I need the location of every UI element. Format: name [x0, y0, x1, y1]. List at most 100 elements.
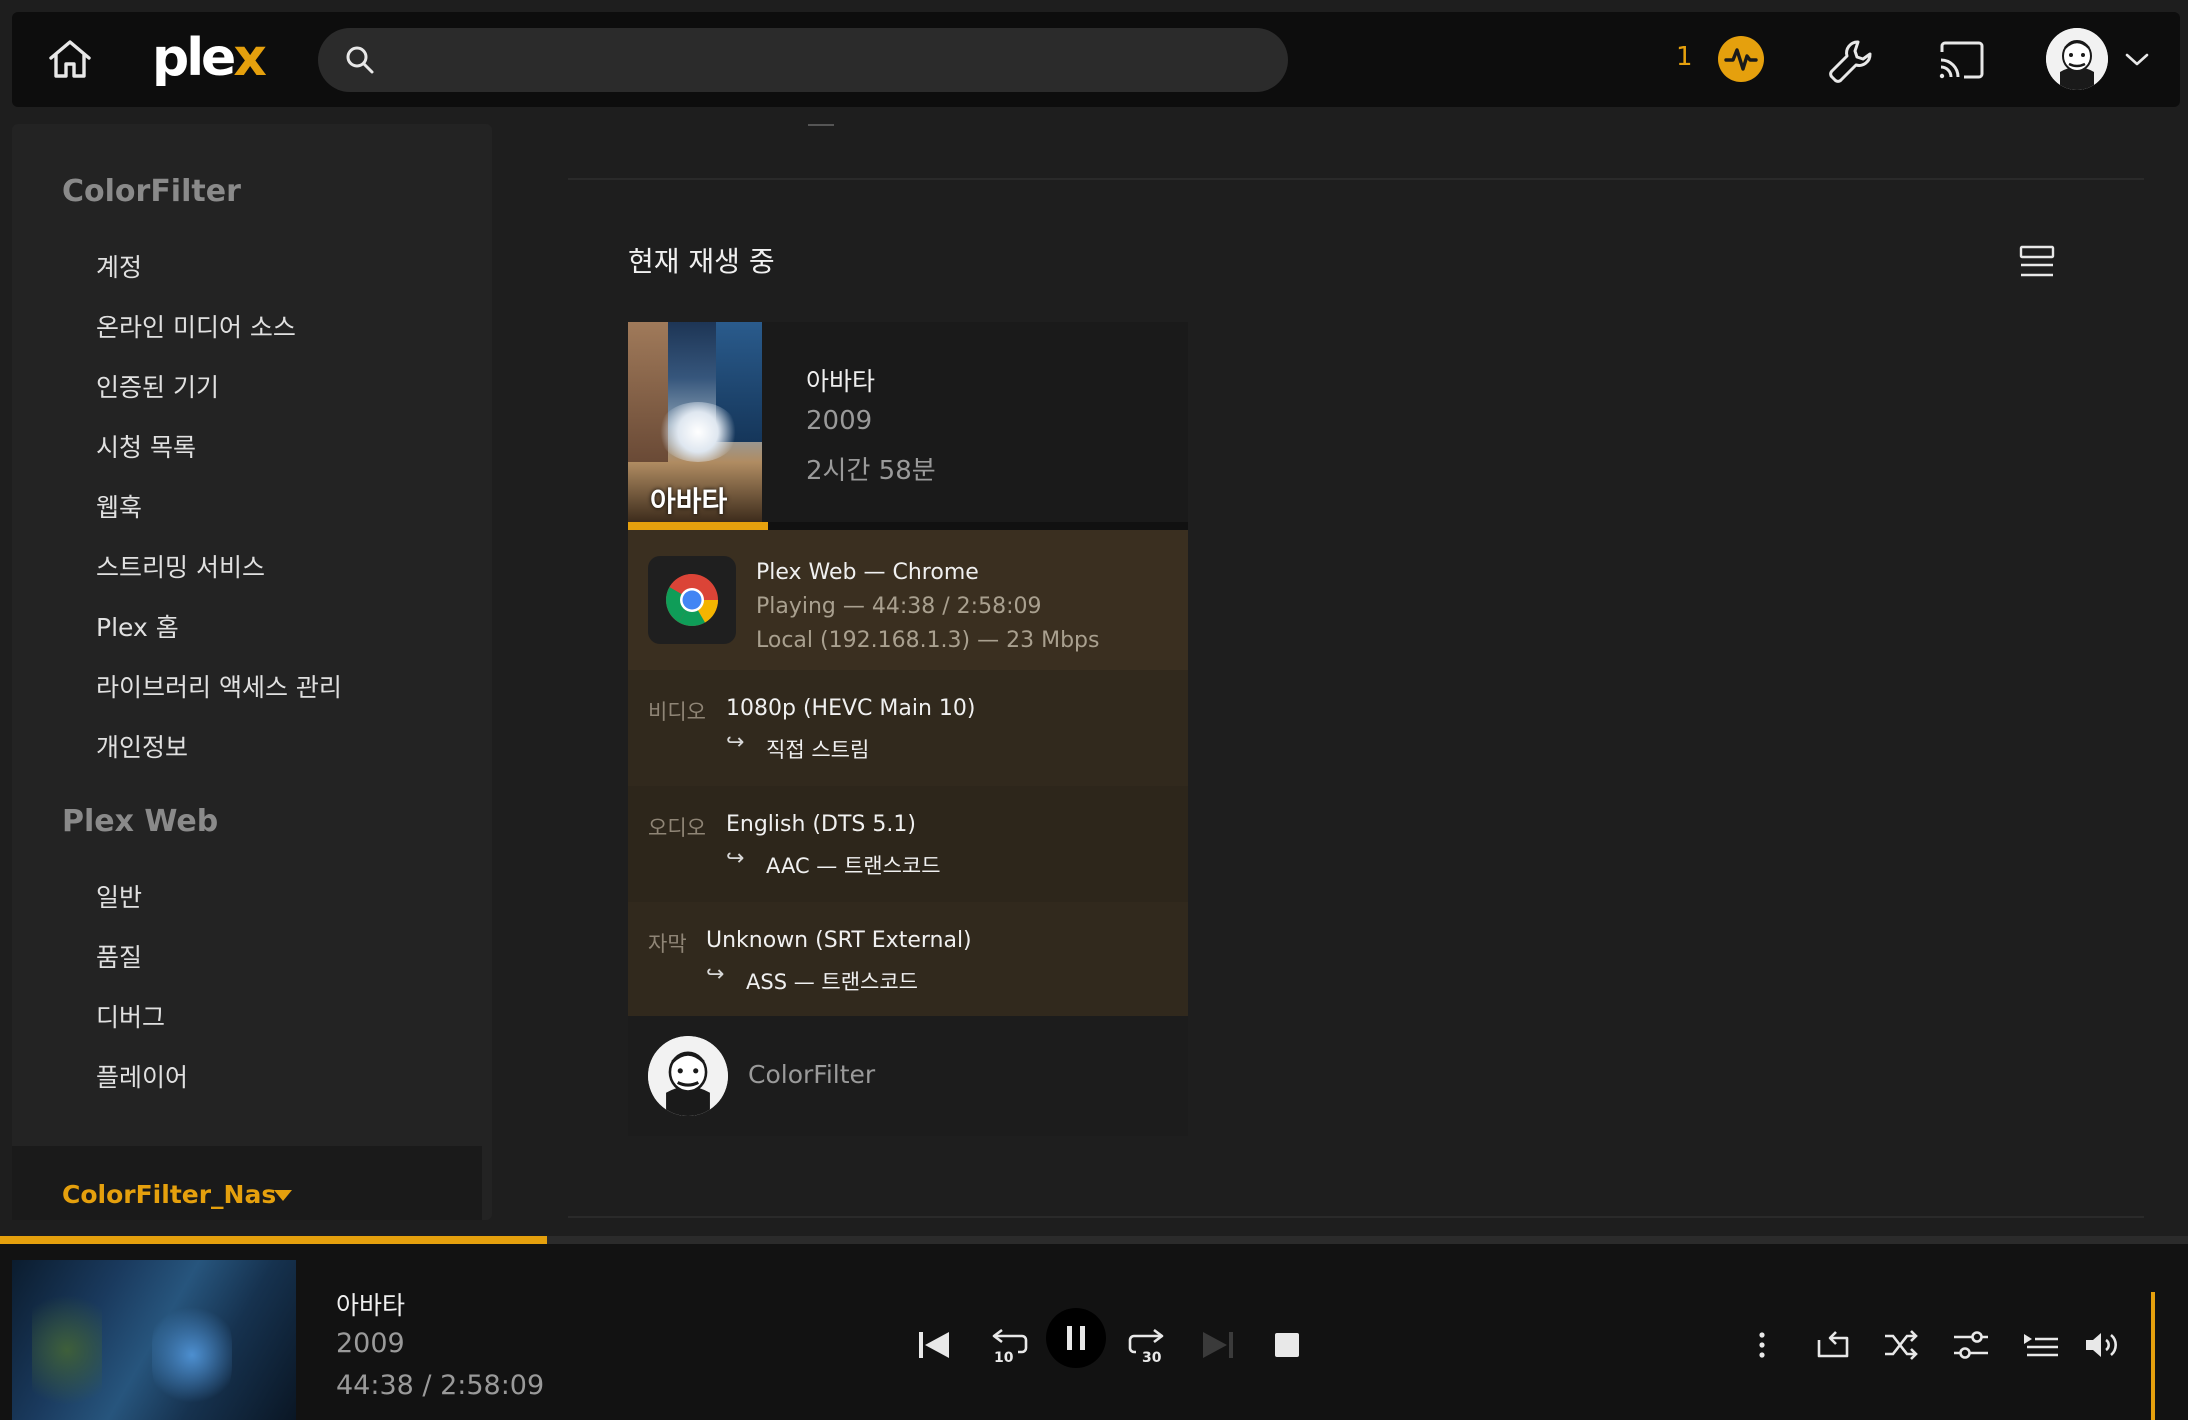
player-bar: 아바타 2009 44:38 / 2:58:09 10 30 [0, 1236, 2188, 1420]
stream-label: 자막 [648, 932, 687, 956]
stream-label: 오디오 [648, 816, 706, 840]
server-name: ColorFilter_Nas [62, 1180, 277, 1209]
movie-year: 2009 [806, 406, 873, 436]
shuffle-button[interactable] [1876, 1320, 1926, 1370]
stop-button[interactable] [1264, 1322, 1310, 1368]
divider [808, 124, 834, 126]
list-view-icon [2019, 245, 2055, 277]
account-menu-toggle[interactable] [2124, 48, 2150, 70]
activity-pulse-icon [1724, 48, 1758, 71]
volume-button[interactable] [2078, 1320, 2128, 1370]
player-year: 2009 [336, 1328, 405, 1359]
player-title[interactable]: 아바타 [336, 1286, 405, 1322]
sidebar-item-general[interactable]: 일반 [96, 878, 142, 914]
sidebar-section-account: ColorFilter [62, 174, 241, 209]
chevron-down-icon [2125, 53, 2149, 66]
thumbnail-art [152, 1300, 232, 1410]
movie-title[interactable]: 아바타 [806, 362, 875, 398]
wrench-icon [1829, 40, 1872, 83]
player-progress-fill [0, 1236, 547, 1244]
forward-30-icon: 30 [1128, 1328, 1164, 1366]
activity-button[interactable] [1718, 36, 1764, 82]
sidebar-item-streaming-services[interactable]: 스트리밍 서비스 [96, 548, 265, 584]
shuffle-icon [1885, 1330, 1918, 1360]
session-network: Local (192.168.1.3) — 23 Mbps [756, 628, 1100, 653]
more-options-button[interactable] [1744, 1322, 1780, 1368]
sidebar-item-watch-list[interactable]: 시청 목록 [96, 428, 196, 464]
forward-seconds: 30 [1142, 1350, 1162, 1366]
search-icon [346, 46, 374, 74]
playback-settings-button[interactable] [1946, 1320, 1996, 1370]
session-player: Plex Web — Chrome [756, 560, 979, 585]
return-arrow-icon: ↪ [706, 962, 725, 987]
return-arrow-icon: ↪ [726, 730, 745, 755]
divider [568, 178, 2144, 180]
movie-poster[interactable]: 아바타 [628, 322, 762, 522]
sidebar-item-library-access[interactable]: 라이브러리 액세스 관리 [96, 668, 342, 704]
volume-icon [2086, 1333, 2117, 1357]
activity-count: 1 [1676, 42, 1693, 72]
top-bar: plex 1 [12, 12, 2180, 107]
pause-button[interactable] [1046, 1308, 1106, 1368]
volume-slider[interactable] [2151, 1292, 2155, 1420]
page-title: 현재 재생 중 [628, 245, 775, 278]
sidebar-section-plex-web: Plex Web [62, 804, 219, 839]
search-bar[interactable] [318, 28, 1288, 92]
player-progress-bar[interactable] [0, 1236, 2188, 1244]
cast-button[interactable] [1936, 38, 1986, 84]
server-selector[interactable]: ColorFilter_Nas [12, 1146, 482, 1220]
stream-decision: AAC — 트랜스코드 [766, 854, 941, 878]
sidebar-item-webhooks[interactable]: 웹훅 [96, 488, 142, 524]
sidebar-item-quality[interactable]: 품질 [96, 938, 142, 974]
view-toggle-button[interactable] [2018, 244, 2056, 282]
repeat-button[interactable] [1808, 1320, 1858, 1370]
home-button[interactable] [42, 34, 98, 84]
rewind-button[interactable]: 10 [982, 1316, 1038, 1372]
previous-button[interactable] [912, 1322, 958, 1368]
session-user: ColorFilter [628, 1016, 1188, 1136]
chrome-icon [648, 556, 736, 644]
return-arrow-icon: ↪ [726, 846, 745, 871]
sidebar-item-online-media-sources[interactable]: 온라인 미디어 소스 [96, 308, 296, 344]
search-input[interactable] [392, 28, 1272, 92]
skip-previous-icon [919, 1332, 949, 1358]
avatar-face-icon [648, 1036, 728, 1116]
movie-duration: 2시간 58분 [806, 456, 936, 486]
user-avatar[interactable] [2046, 28, 2108, 90]
card-progress-fill [628, 522, 768, 530]
replay-10-icon: 10 [992, 1328, 1028, 1366]
next-button[interactable] [1194, 1322, 1240, 1368]
poster-title: 아바타 [650, 485, 728, 518]
sidebar-item-privacy[interactable]: 개인정보 [96, 728, 188, 764]
card-header: 아바타 아바타 2009 2시간 58분 [628, 322, 1188, 522]
queue-icon [2024, 1334, 2058, 1357]
settings-button[interactable] [1826, 36, 1876, 86]
stream-audio: 오디오 English (DTS 5.1) ↪ AAC — 트랜스코드 [628, 786, 1188, 902]
sidebar-item-authorized-devices[interactable]: 인증된 기기 [96, 368, 219, 404]
sidebar-item-player[interactable]: 플레이어 [96, 1058, 188, 1094]
rewind-seconds: 10 [994, 1350, 1014, 1366]
stream-subtitle: 자막 Unknown (SRT External) ↪ ASS — 트랜스코드 [628, 902, 1188, 1018]
pause-icon [1067, 1326, 1085, 1350]
home-icon [49, 40, 91, 78]
avatar-face-icon [2046, 28, 2108, 90]
sidebar-item-plex-home[interactable]: Plex 홈 [96, 608, 179, 644]
user-name: ColorFilter [748, 1060, 876, 1089]
settings-sidebar: ColorFilter 계정 온라인 미디어 소스 인증된 기기 시청 목록 웹… [12, 124, 492, 1220]
repeat-icon [1817, 1331, 1849, 1358]
stream-value: English (DTS 5.1) [726, 812, 916, 837]
stop-icon [1275, 1333, 1299, 1357]
caret-down-icon [274, 1190, 292, 1201]
avatar [648, 1036, 728, 1116]
sidebar-item-debug[interactable]: 디버그 [96, 998, 165, 1034]
thumbnail-art [32, 1280, 102, 1420]
cast-icon [1939, 41, 1984, 79]
play-queue-button[interactable] [2016, 1320, 2066, 1370]
logo-text: ple [152, 28, 236, 88]
card-progress-bar [628, 522, 1188, 530]
sidebar-item-account[interactable]: 계정 [96, 248, 142, 284]
plex-logo[interactable]: plex [152, 28, 267, 88]
forward-button[interactable]: 30 [1118, 1316, 1174, 1372]
now-playing-thumbnail[interactable] [12, 1260, 296, 1420]
session-info: Plex Web — Chrome Playing — 44:38 / 2:58… [628, 530, 1188, 670]
